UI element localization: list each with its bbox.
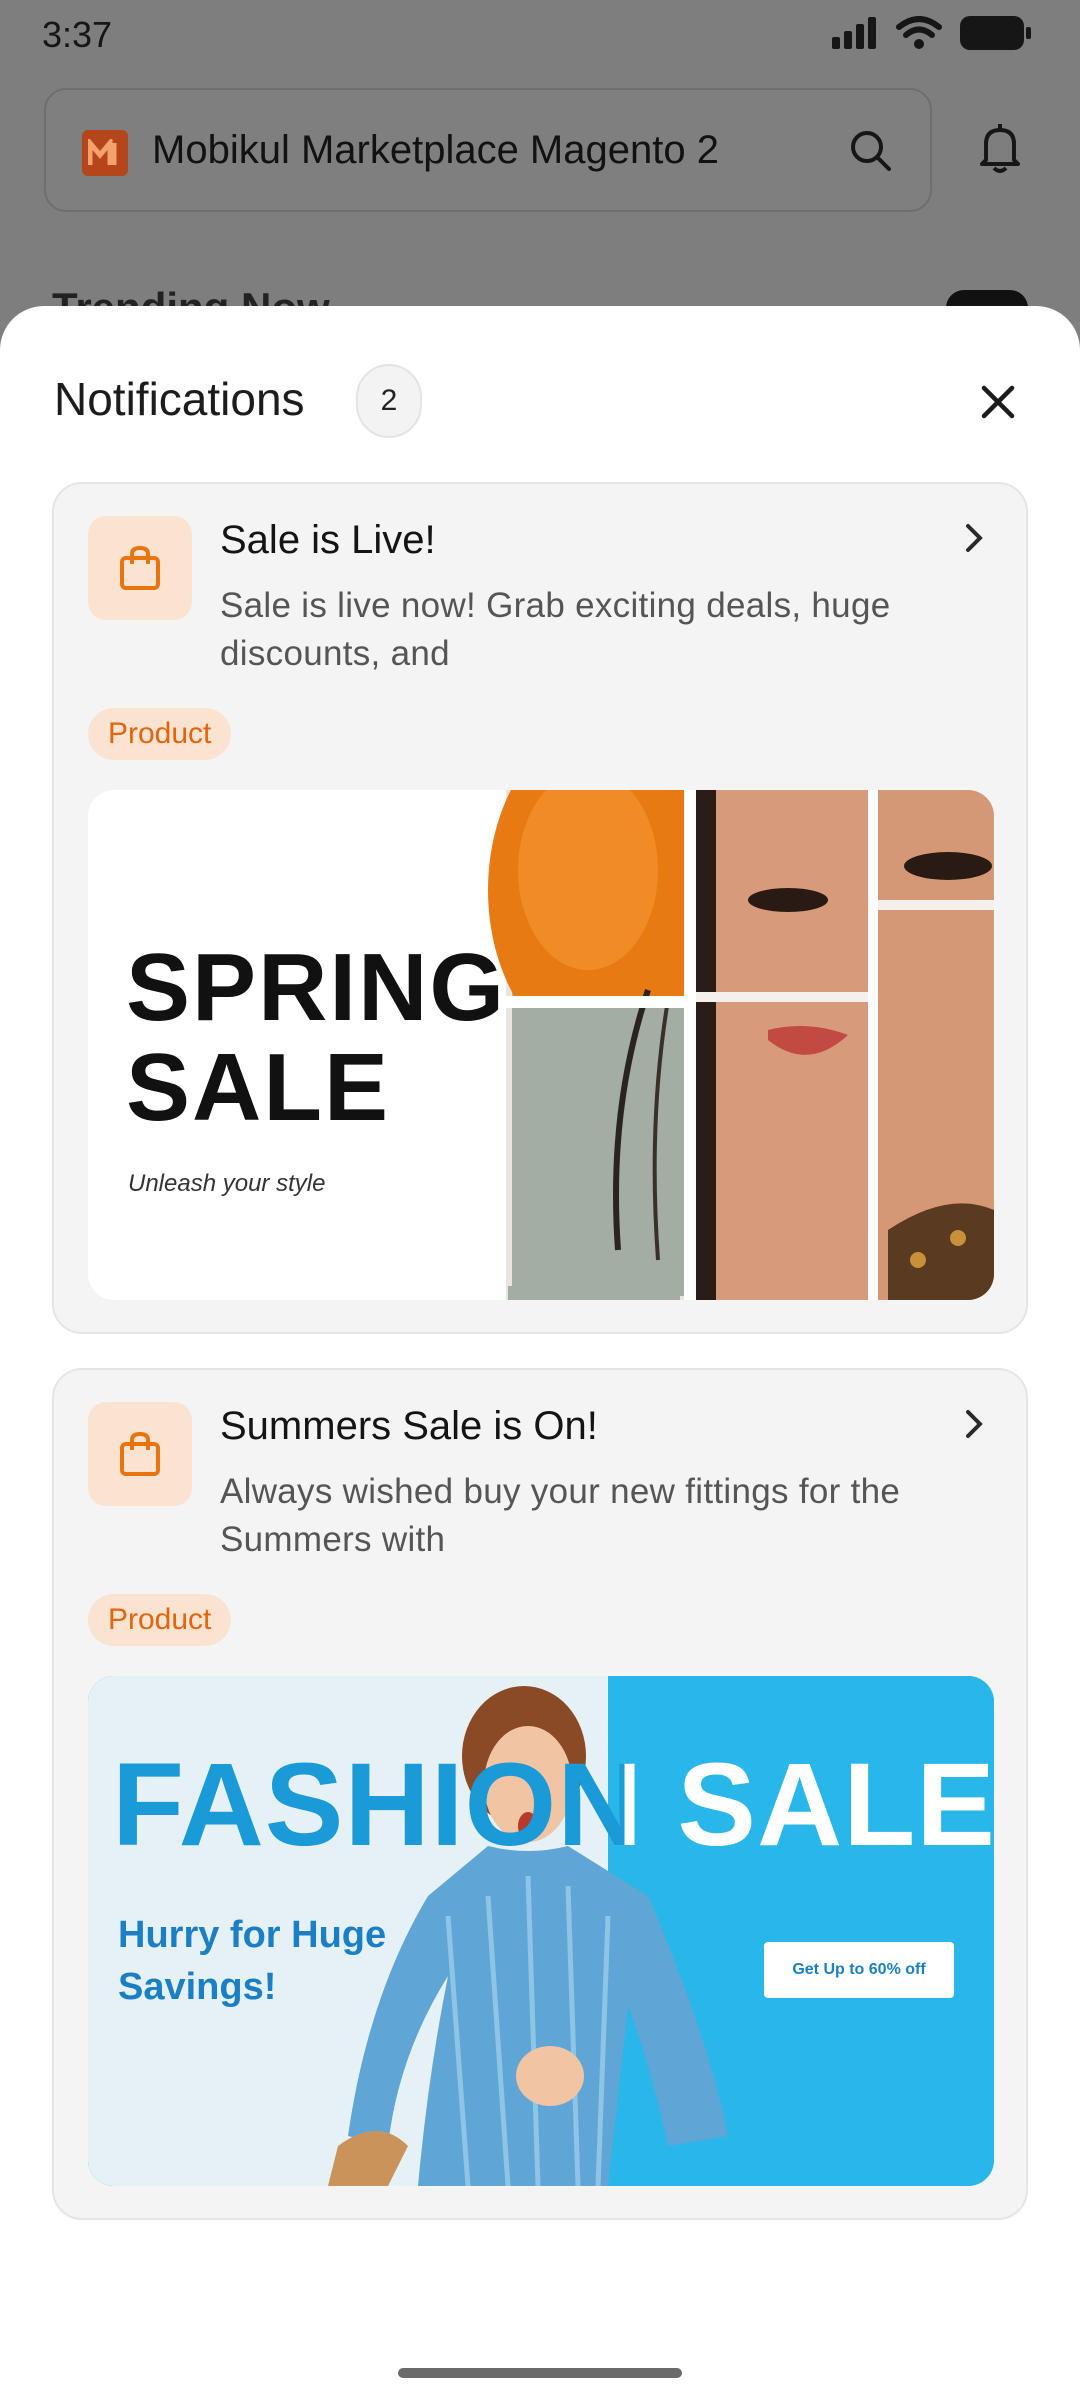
status-icons [832, 16, 1032, 50]
home-indicator [398, 2368, 682, 2378]
notifications-sheet: Notifications 2 Sale is Live! Sale is li… [0, 306, 1080, 2400]
shopping-bag-icon [88, 516, 192, 620]
battery-icon [960, 16, 1031, 50]
notification-text: Sale is live now! Grab exciting deals, h… [220, 586, 891, 673]
banner-cta-button[interactable]: Get Up to 60% off [764, 1942, 954, 1998]
banner-subline-1: Hurry for Huge [118, 1914, 387, 1956]
banner-headline: FASHION SALE [112, 1739, 994, 1871]
category-tag: Product [88, 708, 232, 760]
notification-title: Summers Sale is On! [220, 1404, 598, 1448]
banner-headline-2: SALE [126, 1034, 391, 1141]
chevron-right-icon[interactable] [956, 518, 992, 558]
spring-sale-banner[interactable]: SPRING SALE Unleash your style [88, 790, 994, 1300]
close-icon[interactable] [970, 374, 1026, 430]
notification-bell-icon[interactable] [972, 120, 1028, 176]
wifi-icon [896, 16, 942, 49]
sheet-title: Notifications [54, 373, 305, 425]
search-icon[interactable] [848, 128, 894, 174]
banner-headline-1: SPRING [126, 934, 507, 1041]
notification-title: Sale is Live! [220, 518, 436, 562]
signal-icon [832, 17, 876, 49]
shopping-bag-icon [88, 1402, 192, 1506]
status-time: 3:37 [42, 14, 113, 55]
chevron-right-icon[interactable] [956, 1404, 992, 1444]
banner-subline-2: Savings! [118, 1966, 277, 2008]
sheet-header: Notifications 2 [54, 364, 1026, 444]
notification-text: Always wished buy your new fittings for … [220, 1472, 901, 1559]
app-search-bar[interactable]: Mobikul Marketplace Magento 2 [44, 88, 932, 212]
notification-count-badge: 2 [356, 364, 422, 438]
app-title: Mobikul Marketplace Magento 2 [152, 128, 719, 172]
status-bar: 3:37 [0, 0, 1080, 72]
notification-card[interactable]: Summers Sale is On! Always wished buy yo… [52, 1368, 1028, 2220]
fashion-sale-banner[interactable]: FASHION SALE Hurry for Huge Savings! Get… [88, 1676, 994, 2186]
background-app: Mobikul Marketplace Magento 2 Trending N… [0, 72, 1080, 350]
category-tag: Product [88, 1594, 232, 1646]
notification-card[interactable]: Sale is Live! Sale is live now! Grab exc… [52, 482, 1028, 1334]
banner-tagline: Unleash your style [128, 1170, 326, 1197]
app-logo-icon [82, 130, 128, 176]
